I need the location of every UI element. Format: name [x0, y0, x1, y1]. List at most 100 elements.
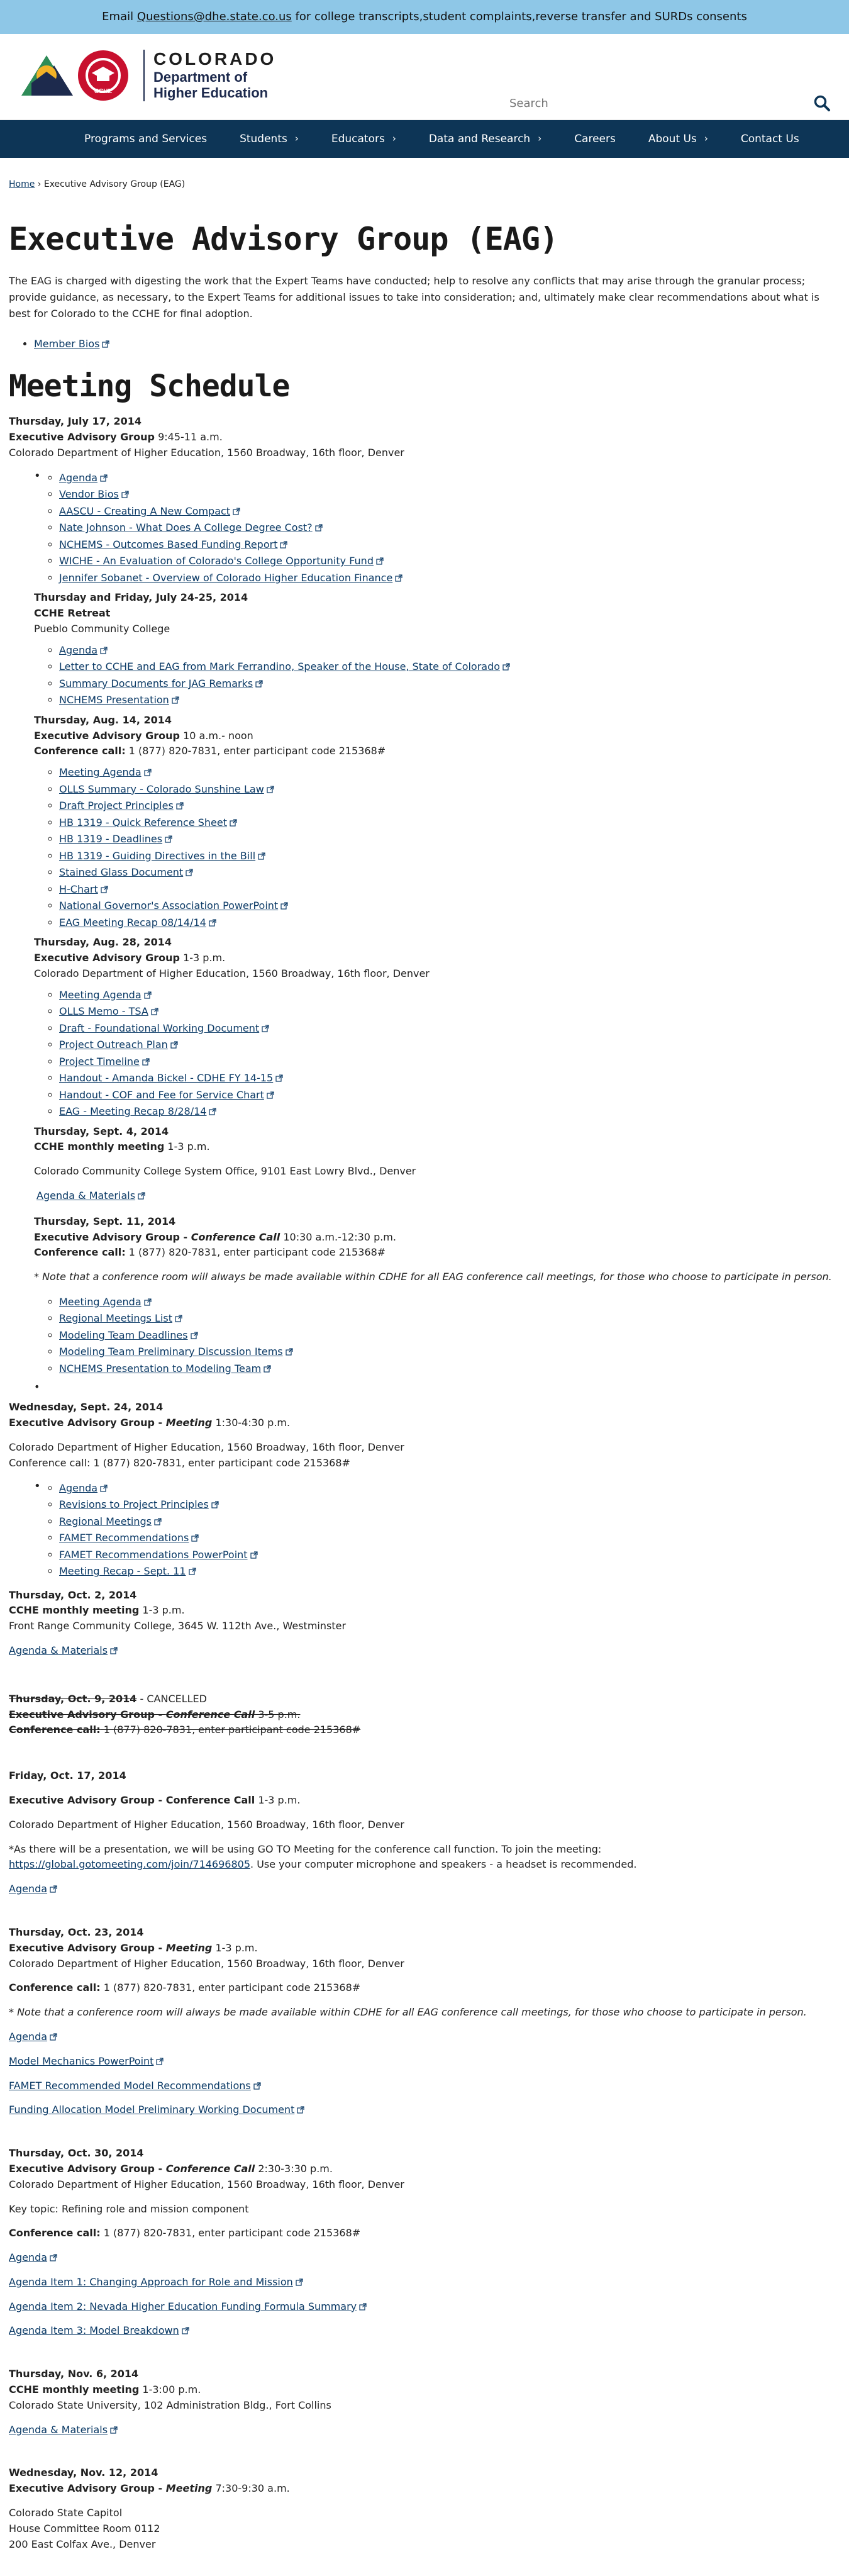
meeting-location: Colorado Department of Higher Education,…	[9, 1818, 404, 1831]
document-link[interactable]: Modeling Team Deadlines	[59, 1329, 198, 1341]
document-link[interactable]: FAMET Recommendations PowerPoint	[59, 1549, 258, 1561]
document-link[interactable]: Handout - COF and Fee for Service Chart	[59, 1089, 274, 1101]
gotomeeting-link[interactable]: https://global.gotomeeting.com/join/7146…	[9, 1858, 250, 1870]
document-link[interactable]: Project Outreach Plan	[59, 1039, 178, 1051]
document-link[interactable]: HB 1319 - Deadlines	[59, 833, 172, 845]
document-link[interactable]: FAMET Recommendations	[59, 1532, 199, 1544]
external-link-icon	[100, 1484, 108, 1492]
document-link[interactable]: Agenda	[59, 644, 108, 656]
external-link-icon	[172, 696, 179, 704]
document-link[interactable]: Handout - Amanda Bickel - CDHE FY 14-15	[59, 1072, 283, 1084]
list-item: Agenda	[59, 642, 840, 659]
meeting-links-paragraphs: Agenda Model Mechanics PowerPoint FAMET Re…	[9, 2029, 840, 2118]
document-link[interactable]: HB 1319 - Quick Reference Sheet	[59, 817, 237, 828]
document-link[interactable]: H-Chart	[59, 883, 108, 895]
nav-students[interactable]: Students ›	[240, 131, 299, 147]
nav-about-us[interactable]: About Us ›	[648, 131, 708, 147]
document-link[interactable]: Agenda	[9, 2031, 57, 2043]
meeting-note: * Note that a conference room will alway…	[34, 1271, 832, 1283]
document-link[interactable]: FAMET Recommended Model Recommendations	[9, 2080, 261, 2092]
meeting-location: Colorado Department of Higher Education,…	[9, 2178, 404, 2190]
document-link[interactable]: Meeting Recap - Sept. 11	[59, 1565, 196, 1577]
breadcrumb-home[interactable]: Home	[9, 179, 35, 189]
logo-dept-line2: Higher Education	[153, 85, 269, 101]
link-text: Agenda	[9, 1883, 48, 1895]
link-text: Member Bios	[34, 337, 100, 350]
document-link[interactable]: Stained Glass Document	[59, 866, 193, 878]
search-button[interactable]	[811, 93, 833, 114]
meeting-title-emphasis: Meeting	[165, 1417, 213, 1429]
document-link[interactable]: AASCU - Creating A New Compact	[59, 505, 240, 517]
meeting-time: 1:30-4:30 p.m.	[212, 1417, 291, 1429]
document-link[interactable]: OLLS Summary - Colorado Sunshine Law	[59, 783, 274, 795]
meetings-outer-list: Agenda Vendor Bios AASCU - Creating A New …	[9, 467, 840, 1395]
meeting-location: Colorado Department of Higher Education,…	[9, 1957, 404, 1970]
agenda-materials-link[interactable]: Agenda & Materials	[9, 2424, 118, 2436]
document-link[interactable]: National Governor's Association PowerPoi…	[59, 900, 288, 912]
list-item: Modeling Team Preliminary Discussion Ite…	[59, 1344, 840, 1361]
search-input[interactable]	[503, 92, 811, 114]
document-link[interactable]: Agenda	[59, 1482, 108, 1494]
nav-label: Careers	[574, 132, 616, 145]
nav-educators[interactable]: Educators ›	[331, 131, 396, 147]
chevron-right-icon[interactable]: ›	[538, 131, 541, 146]
meeting-title: Executive Advisory Group - Conference Ca…	[9, 1793, 255, 1806]
chevron-right-icon[interactable]: ›	[295, 131, 299, 146]
document-link[interactable]: Revisions to Project Principles	[59, 1498, 219, 1510]
document-link[interactable]: Agenda	[59, 472, 108, 484]
document-link[interactable]: Letter to CCHE and EAG from Mark Ferrand…	[59, 661, 510, 672]
meeting-title: Executive Advisory Group -	[9, 1417, 166, 1429]
list-item: Draft Project Principles	[59, 798, 840, 815]
document-link[interactable]: Agenda	[9, 2251, 57, 2263]
document-link[interactable]: Draft - Foundational Working Document	[59, 1022, 269, 1034]
document-link[interactable]: Regional Meetings	[59, 1515, 162, 1527]
meeting-location: Front Range Community College, 3645 W. 1…	[9, 1620, 347, 1632]
document-link[interactable]: Jennifer Sobanet - Overview of Colorado …	[59, 572, 402, 584]
document-link[interactable]: Funding Allocation Model Preliminary Wor…	[9, 2104, 304, 2116]
agenda-materials-link[interactable]: Agenda & Materials	[36, 1190, 145, 1202]
document-link[interactable]: EAG - Meeting Recap 8/28/14	[59, 1105, 217, 1117]
meeting-block: Thursday, Sept. 4, 2014 CCHE monthly mee…	[9, 1124, 840, 1204]
document-link[interactable]: Agenda Item 3: Model Breakdown	[9, 2324, 189, 2336]
document-link[interactable]: Regional Meetings List	[59, 1312, 182, 1324]
document-link[interactable]: Nate Johnson - What Does A College Degre…	[59, 521, 323, 533]
document-link[interactable]: OLLS Memo - TSA	[59, 1005, 158, 1017]
document-link[interactable]: EAG Meeting Recap 08/14/14	[59, 917, 216, 928]
document-link[interactable]: NCHEMS - Outcomes Based Funding Report	[59, 538, 288, 550]
meeting-location-line3: 200 East Colfax Ave., Denver	[9, 2538, 156, 2550]
logo-dept-line1: Department of	[153, 69, 248, 86]
agenda-link[interactable]: Agenda	[9, 1883, 57, 1895]
document-link[interactable]: Meeting Agenda	[59, 766, 152, 778]
document-link[interactable]: Meeting Agenda	[59, 989, 152, 1001]
meeting-time: 7:30-9:30 a.m.	[212, 2482, 290, 2495]
document-link[interactable]: Agenda Item 2: Nevada Higher Education F…	[9, 2300, 367, 2312]
site-logo[interactable]: CCHE COLORADO Department of Higher Educa…	[18, 47, 276, 104]
document-link[interactable]: Summary Documents for JAG Remarks	[59, 677, 263, 689]
nav-contact-us[interactable]: Contact Us	[741, 131, 799, 147]
meeting-block: Thursday, Aug. 28, 2014 Executive Adviso…	[9, 935, 840, 981]
document-link[interactable]: Draft Project Principles	[59, 800, 184, 811]
nav-programs-and-services[interactable]: Programs and Services	[84, 131, 207, 147]
link-text: FAMET Recommended Model Recommendations	[9, 2079, 251, 2092]
document-link[interactable]: Vendor Bios	[59, 488, 129, 500]
document-link[interactable]: HB 1319 - Guiding Directives in the Bill	[59, 850, 265, 862]
link-paragraph: Agenda Item 2: Nevada Higher Education F…	[9, 2299, 840, 2315]
document-link[interactable]: WICHE - An Evaluation of Colorado's Coll…	[59, 555, 384, 567]
document-link[interactable]: Model Mechanics PowerPoint	[9, 2055, 164, 2067]
meeting-time: 9:45-11 a.m.	[154, 431, 223, 443]
nav-careers[interactable]: Careers	[574, 131, 616, 147]
banner-email-link[interactable]: Questions@dhe.state.co.us	[137, 8, 292, 26]
nav-data-and-research[interactable]: Data and Research ›	[429, 131, 541, 147]
agenda-materials-link[interactable]: Agenda & Materials	[9, 1644, 118, 1656]
chevron-right-icon[interactable]: ›	[704, 131, 708, 146]
member-bios-link[interactable]: Member Bios	[34, 337, 110, 350]
document-link[interactable]: Project Timeline	[59, 1056, 150, 1068]
chevron-right-icon[interactable]: ›	[392, 131, 396, 146]
document-link[interactable]: NCHEMS Presentation	[59, 694, 179, 706]
document-link[interactable]: Agenda Item 1: Changing Approach for Rol…	[9, 2276, 303, 2288]
meeting-links-paragraphs: Agenda Agenda Item 1: Changing Approach f…	[9, 2250, 840, 2339]
document-link[interactable]: NCHEMS Presentation to Modeling Team	[59, 1363, 271, 1374]
document-link[interactable]: Meeting Agenda	[59, 1296, 152, 1308]
document-link[interactable]: Modeling Team Preliminary Discussion Ite…	[59, 1346, 293, 1358]
meeting-date: Thursday, Sept. 11, 2014	[34, 1215, 176, 1227]
